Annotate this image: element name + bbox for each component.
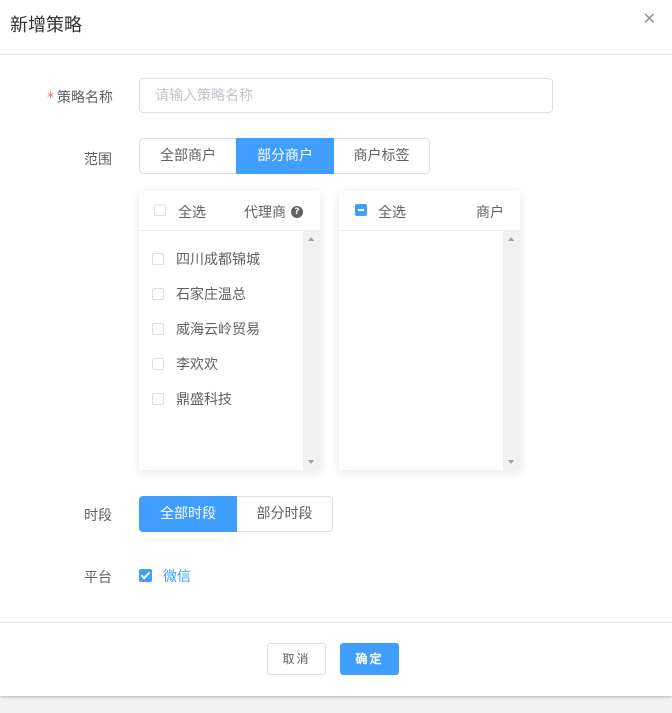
list-item-label: 鼎盛科技 [176,392,232,408]
list-item[interactable]: 四川成都锦城 [139,241,302,276]
agent-panel-header: 全选 代理商 ? [139,191,320,231]
scroll-up-arrow-icon[interactable] [308,237,314,241]
list-item-label: 石家庄温总 [176,287,246,303]
name-label: * 策略名称 [47,87,113,107]
agent-panel-title: 代理商 [244,205,286,221]
required-mark: * [47,90,54,106]
close-icon[interactable]: ✕ [643,9,656,28]
name-label-text: 策略名称 [57,90,113,106]
scroll-up-arrow-icon[interactable] [508,237,514,241]
list-item-checkbox[interactable] [152,253,164,265]
platform-label: 平台 [84,570,112,586]
list-item-checkbox[interactable] [152,358,164,370]
footer-divider [0,622,672,623]
list-item-checkbox[interactable] [152,393,164,405]
name-input[interactable] [139,78,553,113]
time-button-group: 全部时段 部分时段 [139,496,333,532]
list-item-label: 四川成都锦城 [176,252,260,268]
list-item[interactable]: 石家庄温总 [139,276,302,311]
dialog-header: 新增策略 ✕ [0,0,672,55]
agent-list-scrollbar[interactable] [303,231,320,470]
scope-option-partial[interactable]: 部分商户 [236,138,334,174]
time-option-all[interactable]: 全部时段 [139,496,237,532]
scope-option-tag[interactable]: 商户标签 [333,138,430,174]
scope-option-all[interactable]: 全部商户 [139,138,237,174]
merchant-list-scrollbar[interactable] [503,231,520,470]
cancel-button[interactable]: 取消 [267,643,326,675]
merchant-select-all-checkbox[interactable] [355,204,367,216]
confirm-button[interactable]: 确定 [340,643,399,675]
scope-button-group: 全部商户 部分商户 商户标签 [139,138,430,174]
wechat-checkbox[interactable] [139,569,152,582]
list-item[interactable]: 威海云岭贸易 [139,311,302,346]
dialog-title: 新增策略 [10,15,82,36]
list-item-checkbox[interactable] [152,288,164,300]
merchant-select-all-label[interactable]: 全选 [378,202,406,222]
time-option-partial[interactable]: 部分时段 [236,496,333,532]
agent-select-all-checkbox[interactable] [154,204,166,216]
list-item-label: 李欢欢 [176,357,218,373]
list-item-checkbox[interactable] [152,323,164,335]
agent-transfer-panel: 全选 代理商 ? 四川成都锦城 石家庄温总 威海云岭贸易 李欢欢 鼎盛科技 [139,191,320,470]
scope-label: 范围 [84,152,112,168]
time-label: 时段 [84,508,112,524]
agent-select-all-label[interactable]: 全选 [178,202,206,222]
list-item-label: 威海云岭贸易 [176,322,260,338]
dialog: 新增策略 ✕ *策略名称 范围 全部商户 部分商户 商户标签 全选 代理商 ? … [0,0,672,696]
merchant-transfer-panel: 全选 商户 [339,191,520,470]
list-item[interactable]: 鼎盛科技 [139,381,302,416]
question-circle-icon[interactable]: ? [291,206,303,218]
list-item[interactable]: 李欢欢 [139,346,302,381]
scroll-down-arrow-icon[interactable] [508,460,514,464]
merchant-panel-header: 全选 商户 [339,191,520,231]
scroll-down-arrow-icon[interactable] [308,460,314,464]
wechat-label[interactable]: 微信 [163,566,191,586]
merchant-panel-title: 商户 [476,205,504,221]
